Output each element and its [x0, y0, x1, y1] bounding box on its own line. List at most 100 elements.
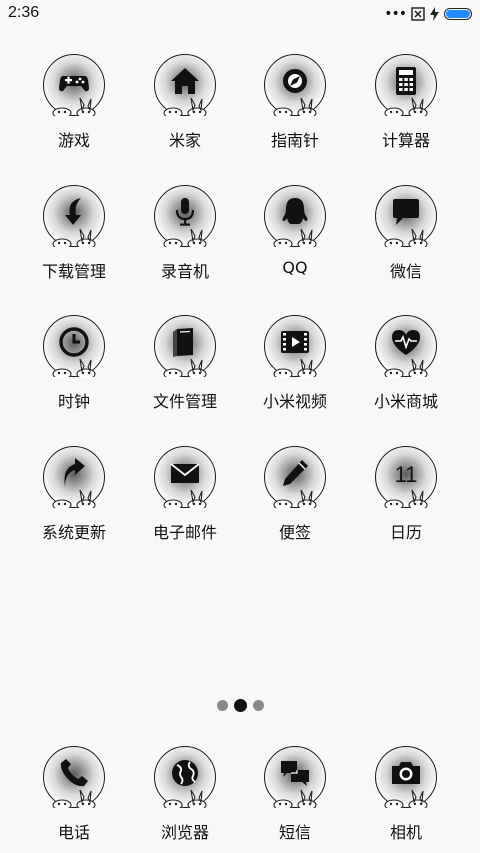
page-dot[interactable] — [216, 700, 228, 711]
app-label: 文件管理 — [152, 392, 217, 411]
charging-bolt-icon — [430, 7, 439, 21]
app-icon-wrap — [262, 52, 328, 119]
page-dot[interactable] — [252, 700, 264, 711]
mascot-icon — [272, 227, 318, 250]
app-microphone[interactable]: 录音机 — [135, 183, 235, 282]
app-qq-penguin[interactable]: QQ — [245, 183, 345, 277]
app-label: 相机 — [389, 823, 422, 842]
microphone-icon — [168, 195, 202, 229]
gamepad-icon — [57, 64, 91, 98]
app-calendar[interactable]: 11 日历 — [356, 444, 456, 543]
app-heart-pulse[interactable]: 小米商城 — [356, 313, 456, 412]
mascot-icon — [383, 96, 429, 119]
envelope-icon — [168, 456, 202, 490]
mascot-icon — [272, 96, 318, 119]
phone-icon — [57, 756, 91, 790]
mascot-icon — [272, 788, 318, 811]
page-indicator — [0, 699, 480, 712]
app-messages[interactable]: 短信 — [245, 744, 345, 843]
app-icon-wrap — [262, 744, 328, 811]
app-folder-book[interactable]: 文件管理 — [135, 313, 235, 412]
app-label: 电子邮件 — [152, 523, 217, 542]
app-globe[interactable]: 浏览器 — [135, 744, 235, 843]
chat-bubble-icon — [389, 195, 423, 229]
status-icons: ••• — [384, 5, 472, 23]
app-icon-wrap — [262, 313, 328, 380]
app-label: 便签 — [278, 523, 311, 542]
more-dots-icon: ••• — [384, 6, 407, 22]
app-compass[interactable]: 指南针 — [245, 52, 345, 151]
app-icon-wrap — [41, 183, 107, 250]
folder-book-icon — [168, 325, 202, 359]
app-update-arrow[interactable]: 系统更新 — [24, 444, 124, 543]
calendar-icon: 11 — [389, 456, 423, 490]
app-label: 浏览器 — [160, 823, 209, 842]
app-camera[interactable]: 相机 — [356, 744, 456, 843]
mascot-icon — [383, 227, 429, 250]
app-label: 微信 — [389, 262, 422, 281]
app-pencil[interactable]: 便签 — [245, 444, 345, 543]
app-icon-wrap — [262, 183, 328, 250]
app-icon-wrap — [41, 313, 107, 380]
app-label: 下载管理 — [41, 262, 106, 281]
app-icon-wrap — [41, 744, 107, 811]
mascot-icon — [272, 488, 318, 511]
app-label: 日历 — [389, 523, 422, 542]
clock-icon — [57, 325, 91, 359]
app-icon-wrap — [373, 52, 439, 119]
app-label: 小米视频 — [262, 392, 327, 411]
update-arrow-icon — [57, 456, 91, 490]
app-icon-wrap — [152, 183, 218, 250]
mascot-icon — [162, 227, 208, 250]
no-sim-icon — [411, 7, 425, 21]
app-icon-wrap — [152, 313, 218, 380]
camera-icon — [389, 756, 423, 790]
app-label: 短信 — [278, 823, 311, 842]
video-play-icon — [278, 325, 312, 359]
app-label: 系统更新 — [41, 523, 106, 542]
messages-icon — [278, 756, 312, 790]
app-label: 录音机 — [160, 262, 209, 281]
app-label: 时钟 — [57, 392, 90, 411]
app-chat-bubble[interactable]: 微信 — [356, 183, 456, 282]
mascot-icon — [51, 96, 97, 119]
app-label: 电话 — [57, 823, 90, 842]
app-icon-wrap — [41, 52, 107, 119]
app-video-play[interactable]: 小米视频 — [245, 313, 345, 412]
app-label: QQ — [282, 258, 308, 277]
status-bar: 2:36 ••• — [0, 0, 480, 28]
mascot-icon — [383, 488, 429, 511]
mascot-icon — [162, 488, 208, 511]
app-icon-wrap — [152, 52, 218, 119]
qq-penguin-icon — [278, 195, 312, 229]
app-envelope[interactable]: 电子邮件 — [135, 444, 235, 543]
mascot-icon — [162, 357, 208, 380]
app-icon-wrap — [152, 444, 218, 511]
app-gamepad[interactable]: 游戏 — [24, 52, 124, 151]
calculator-icon — [389, 64, 423, 98]
app-icon-wrap — [373, 183, 439, 250]
app-label: 指南针 — [270, 131, 319, 150]
app-label: 米家 — [168, 131, 201, 150]
app-icon-wrap — [152, 744, 218, 811]
app-clock[interactable]: 时钟 — [24, 313, 124, 412]
battery-level — [446, 10, 470, 18]
app-label: 计算器 — [381, 131, 430, 150]
app-label: 游戏 — [57, 131, 90, 150]
compass-icon — [278, 64, 312, 98]
app-label: 小米商城 — [373, 392, 438, 411]
battery-icon — [444, 8, 472, 20]
app-calculator[interactable]: 计算器 — [356, 52, 456, 151]
app-home[interactable]: 米家 — [135, 52, 235, 151]
heart-pulse-icon — [389, 325, 423, 359]
page-dot-active[interactable] — [233, 699, 247, 712]
app-icon-wrap — [41, 444, 107, 511]
mascot-icon — [51, 788, 97, 811]
mascot-icon — [162, 96, 208, 119]
app-phone[interactable]: 电话 — [24, 744, 124, 843]
mascot-icon — [383, 357, 429, 380]
app-download[interactable]: 下载管理 — [24, 183, 124, 282]
download-icon — [57, 195, 91, 229]
app-icon-wrap: 11 — [373, 444, 439, 511]
status-clock: 2:36 — [8, 4, 40, 21]
